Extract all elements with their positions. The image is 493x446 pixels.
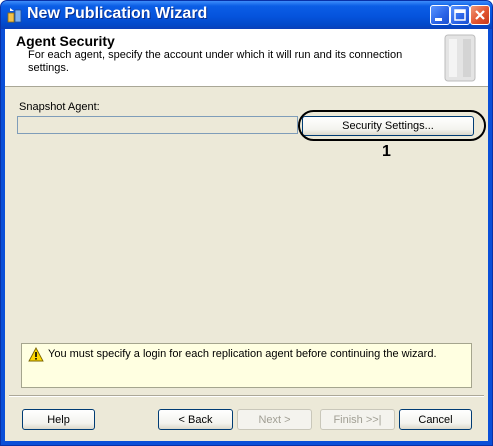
title-bar[interactable]: New Publication Wizard: [1, 1, 492, 29]
close-icon: [475, 10, 485, 20]
snapshot-agent-label: Snapshot Agent:: [19, 101, 100, 113]
minimize-icon: [435, 18, 442, 21]
callout-number: 1: [382, 143, 391, 160]
maximize-icon: [454, 9, 466, 21]
cancel-button[interactable]: Cancel: [399, 409, 472, 430]
page-subtitle: For each agent, specify the account unde…: [28, 49, 403, 74]
snapshot-agent-field[interactable]: [17, 116, 298, 134]
back-button[interactable]: < Back: [158, 409, 233, 430]
wizard-body: Agent Security For each agent, specify t…: [5, 29, 488, 441]
help-button[interactable]: Help: [22, 409, 95, 430]
window-title: New Publication Wizard: [27, 5, 208, 22]
maximize-button[interactable]: [450, 5, 470, 25]
warning-icon: [28, 347, 44, 362]
message-text: You must specify a login for each replic…: [48, 348, 437, 360]
finish-button[interactable]: Finish >>|: [320, 409, 395, 430]
wizard-banner-icon: [444, 34, 476, 82]
page-header: Agent Security For each agent, specify t…: [5, 29, 488, 87]
next-button[interactable]: Next >: [237, 409, 312, 430]
page-title: Agent Security: [16, 33, 115, 49]
minimize-button[interactable]: [430, 5, 450, 25]
app-icon: [7, 8, 22, 23]
footer-divider: [9, 395, 484, 397]
close-button[interactable]: [470, 5, 490, 25]
wizard-window: New Publication Wizard Agent Security Fo…: [0, 0, 493, 446]
message-box: You must specify a login for each replic…: [21, 343, 472, 388]
security-settings-button[interactable]: Security Settings...: [302, 116, 474, 136]
